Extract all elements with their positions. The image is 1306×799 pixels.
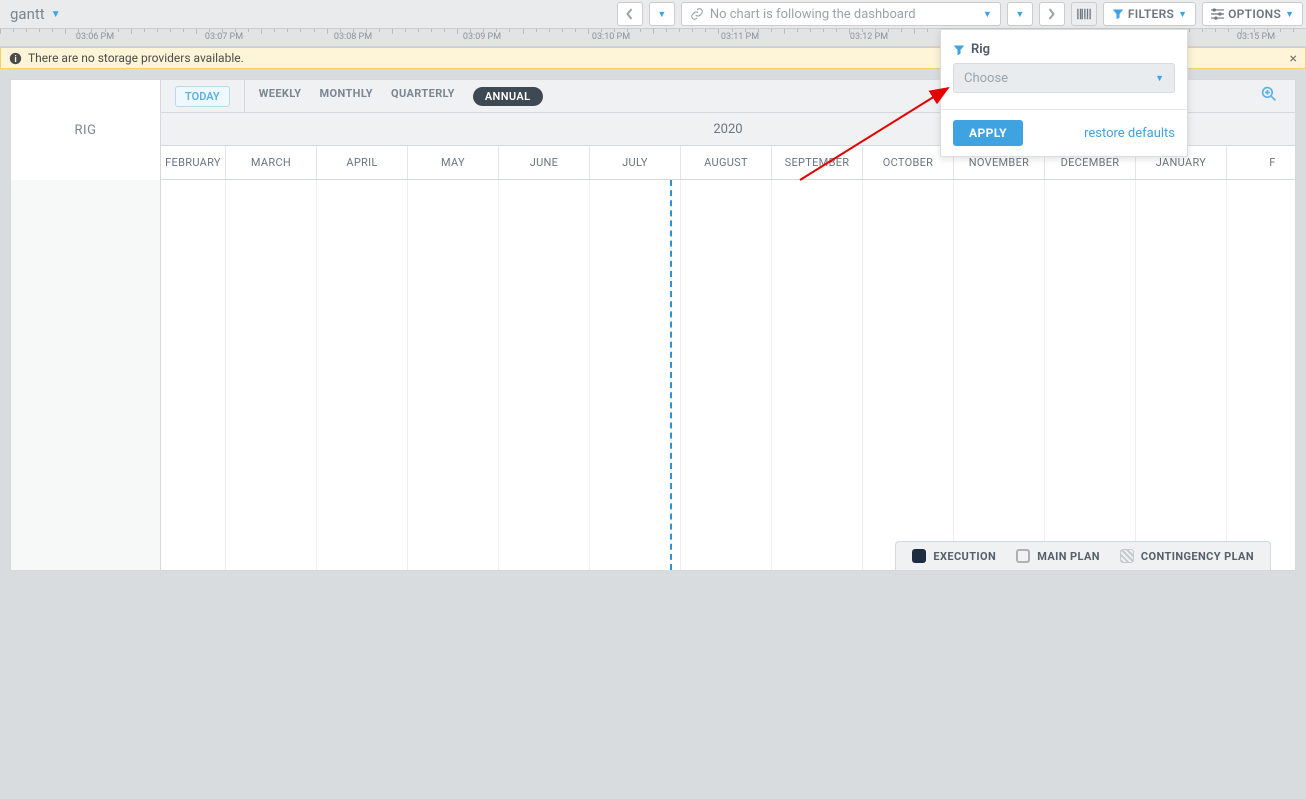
month-header: F bbox=[1227, 146, 1296, 179]
tab-quarterly[interactable]: QUARTERLY bbox=[391, 87, 455, 106]
grid-column bbox=[863, 180, 954, 570]
filters-button[interactable]: FILTERS ▼ bbox=[1103, 2, 1196, 26]
options-label: OPTIONS bbox=[1228, 7, 1281, 21]
ruler-time-label: 03:06 PM bbox=[76, 32, 114, 42]
caret-down-icon: ▼ bbox=[657, 9, 666, 20]
grid-column bbox=[772, 180, 863, 570]
ruler-time-label: 03:07 PM bbox=[205, 32, 243, 42]
filter-icon bbox=[953, 44, 965, 56]
grid-column bbox=[1136, 180, 1227, 570]
tab-annual[interactable]: ANNUAL bbox=[473, 87, 543, 106]
top-toolbar: gantt ▼ ▼ No chart is following the dash… bbox=[0, 0, 1306, 29]
tab-monthly[interactable]: MONTHLY bbox=[319, 87, 373, 106]
ruler-time-label: 03:15 PM bbox=[1237, 32, 1275, 42]
today-marker bbox=[670, 180, 672, 570]
gantt-row-area bbox=[11, 180, 161, 570]
month-header: APRIL bbox=[317, 146, 408, 179]
ruler-time-label: 03:08 PM bbox=[334, 32, 372, 42]
page-title: gantt bbox=[10, 5, 45, 23]
chevron-left-icon bbox=[625, 8, 634, 20]
row-header-label: RIG bbox=[11, 80, 160, 180]
caret-down-icon: ▼ bbox=[51, 9, 61, 20]
chart-follow-text: No chart is following the dashboard bbox=[710, 7, 916, 22]
legend-execution[interactable]: EXECUTION bbox=[912, 549, 996, 563]
grid-column bbox=[499, 180, 590, 570]
month-header: FEBRUARY bbox=[161, 146, 226, 179]
sliders-icon bbox=[1211, 8, 1224, 20]
ruler-time-label: 03:11 PM bbox=[721, 32, 759, 42]
filters-popover: Rig Choose ▼ APPLY restore defaults bbox=[940, 29, 1188, 157]
month-header: JUNE bbox=[499, 146, 590, 179]
ruler-time-label: 03:10 PM bbox=[592, 32, 630, 42]
prev-dropdown[interactable]: ▼ bbox=[649, 2, 675, 26]
execution-swatch-icon bbox=[912, 549, 926, 563]
link-icon bbox=[690, 7, 704, 21]
gantt-grid[interactable]: EXECUTION MAIN PLAN CONTINGENCY PLAN bbox=[161, 180, 1295, 570]
grid-column bbox=[317, 180, 408, 570]
warning-text: There are no storage providers available… bbox=[28, 51, 244, 65]
barcode-button[interactable] bbox=[1071, 2, 1097, 26]
month-header: MAY bbox=[408, 146, 499, 179]
grid-column bbox=[954, 180, 1045, 570]
month-header: AUGUST bbox=[681, 146, 772, 179]
filters-label: FILTERS bbox=[1128, 7, 1174, 21]
ruler-time-label: 03:12 PM bbox=[850, 32, 888, 42]
chart-follow-field[interactable]: No chart is following the dashboard ▼ bbox=[681, 2, 1001, 26]
next-button[interactable] bbox=[1039, 2, 1065, 26]
filter-icon bbox=[1112, 8, 1124, 20]
next-dropdown[interactable]: ▼ bbox=[1007, 2, 1033, 26]
options-button[interactable]: OPTIONS ▼ bbox=[1202, 2, 1303, 26]
grid-column bbox=[226, 180, 317, 570]
barcode-icon bbox=[1077, 7, 1091, 21]
grid-column bbox=[590, 180, 681, 570]
filter-field-title: Rig bbox=[953, 42, 1175, 57]
caret-down-icon: ▼ bbox=[1178, 9, 1187, 20]
caret-down-icon: ▼ bbox=[1155, 73, 1164, 84]
rig-select-placeholder: Choose bbox=[964, 71, 1008, 86]
grid-column bbox=[681, 180, 772, 570]
caret-down-icon: ▼ bbox=[983, 9, 992, 20]
month-header: SEPTEMBER bbox=[772, 146, 863, 179]
caret-down-icon: ▼ bbox=[1285, 9, 1294, 20]
month-header: JULY bbox=[590, 146, 681, 179]
contingency-swatch-icon bbox=[1120, 549, 1134, 563]
chevron-right-icon bbox=[1047, 8, 1056, 20]
main-plan-swatch-icon bbox=[1016, 549, 1030, 563]
zoom-in-icon bbox=[1261, 86, 1277, 102]
ruler-time-label: 03:09 PM bbox=[463, 32, 501, 42]
month-header: MARCH bbox=[226, 146, 317, 179]
close-icon[interactable]: × bbox=[1290, 51, 1297, 67]
today-button[interactable]: TODAY bbox=[175, 86, 230, 107]
legend-main-plan[interactable]: MAIN PLAN bbox=[1016, 549, 1100, 563]
legend: EXECUTION MAIN PLAN CONTINGENCY PLAN bbox=[895, 541, 1271, 570]
info-icon: i bbox=[9, 52, 22, 65]
zoom-in-button[interactable] bbox=[1257, 82, 1281, 110]
apply-button[interactable]: APPLY bbox=[953, 120, 1023, 146]
svg-text:i: i bbox=[14, 54, 16, 64]
rig-select[interactable]: Choose ▼ bbox=[953, 63, 1175, 93]
legend-contingency[interactable]: CONTINGENCY PLAN bbox=[1120, 549, 1254, 563]
tab-weekly[interactable]: WEEKLY bbox=[259, 87, 302, 106]
prev-button[interactable] bbox=[617, 2, 643, 26]
grid-column bbox=[161, 180, 226, 570]
page-title-dropdown[interactable]: gantt ▼ bbox=[0, 0, 71, 28]
grid-column bbox=[1227, 180, 1295, 570]
grid-column bbox=[408, 180, 499, 570]
restore-defaults-link[interactable]: restore defaults bbox=[1084, 126, 1175, 141]
grid-column bbox=[1045, 180, 1136, 570]
caret-down-icon: ▼ bbox=[1015, 9, 1024, 20]
